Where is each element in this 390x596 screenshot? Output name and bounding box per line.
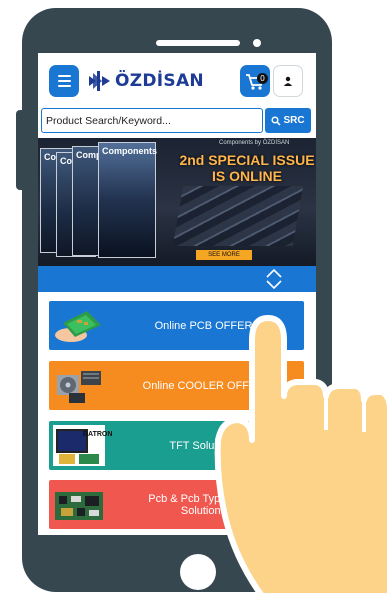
pointing-hand-illustration bbox=[214, 315, 390, 596]
